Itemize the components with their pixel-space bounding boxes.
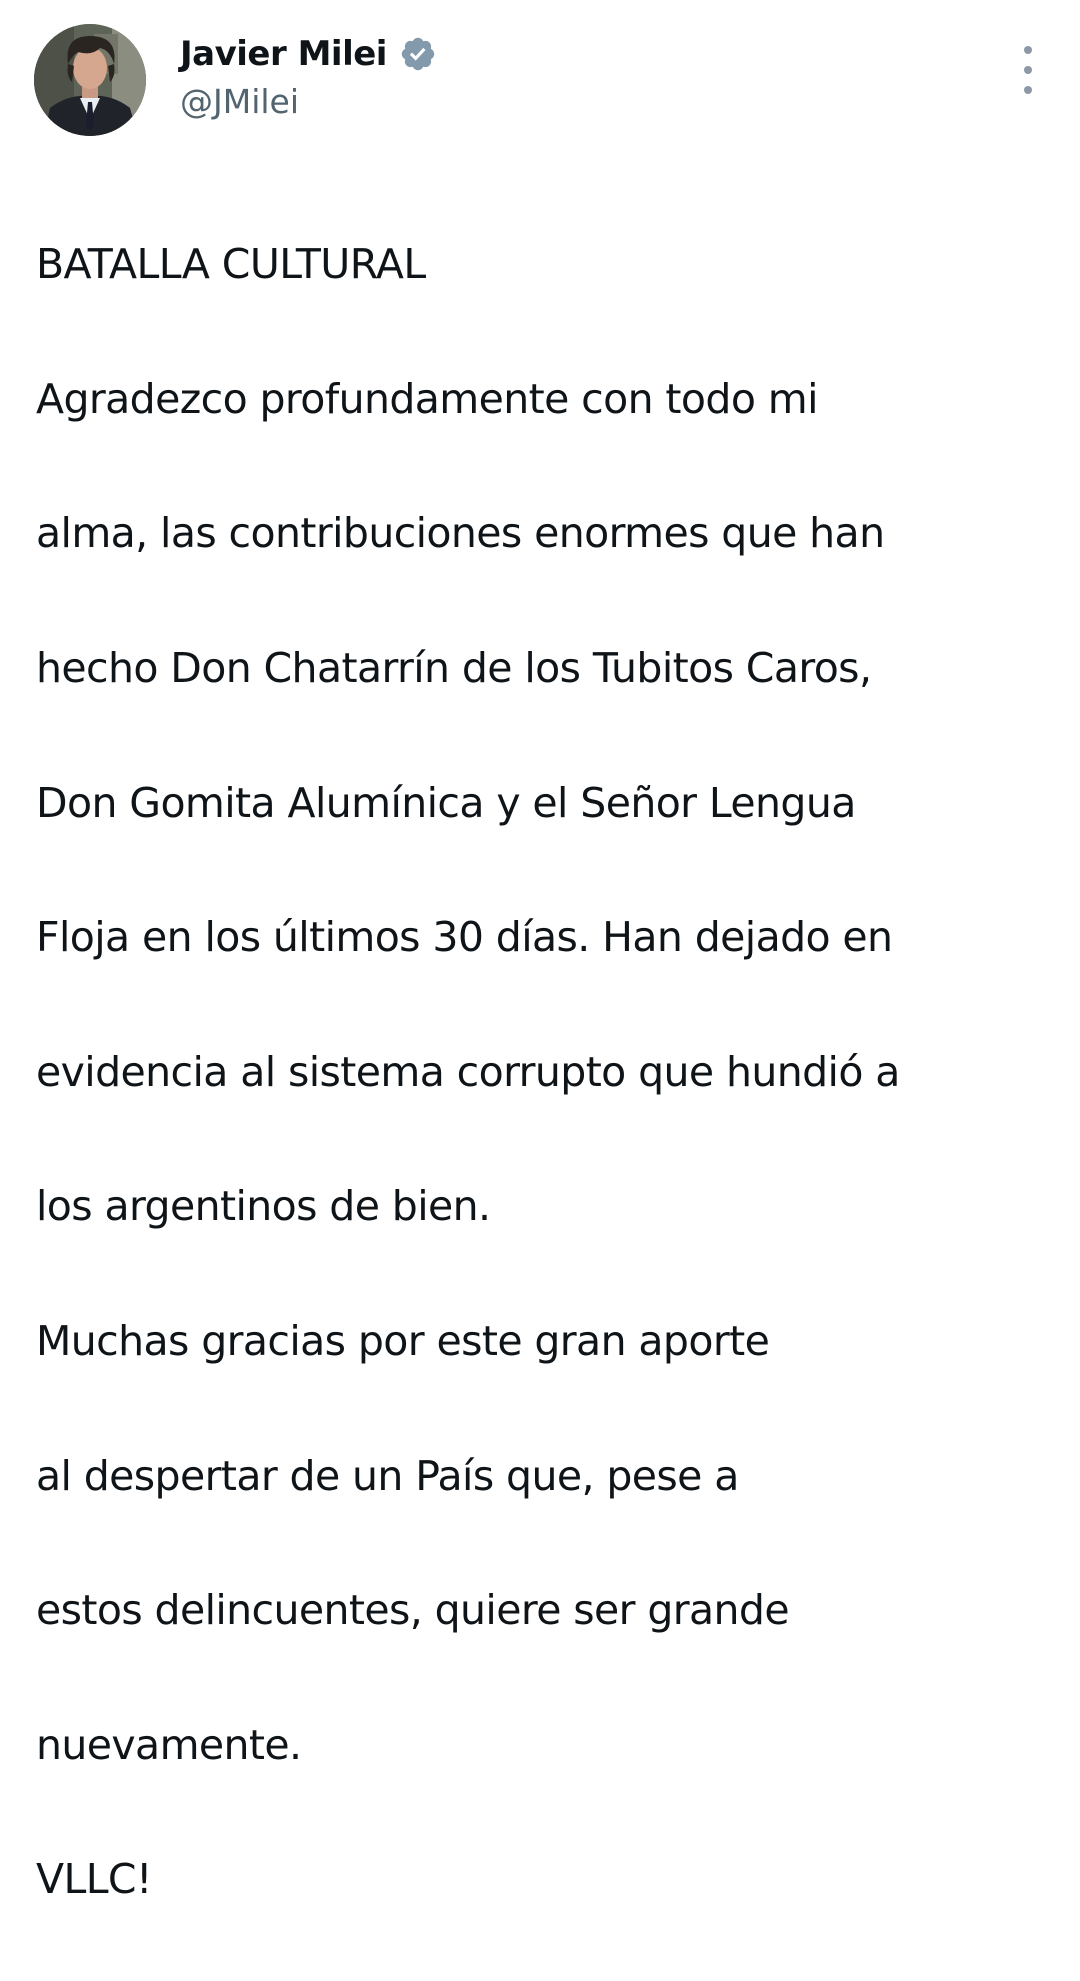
vertical-ellipsis-icon[interactable] xyxy=(1016,46,1040,94)
tweet-text-line: Floja en los últimos 30 días. Han dejado… xyxy=(36,913,893,962)
avatar[interactable] xyxy=(34,24,146,136)
author-names: Javier Milei @JMilei xyxy=(180,32,437,121)
tweet: Javier Milei @JMilei BATALLA CULTURAL Ag… xyxy=(0,0,1080,1903)
tweet-text-line: Don Gomita Alumínica y el Señor Lengua xyxy=(36,778,856,827)
tweet-text: BATALLA CULTURAL Agradezco profundamente… xyxy=(36,164,1076,1981)
tweet-text-line: Agradezco profundamente con todo mi xyxy=(36,374,818,423)
ellipsis-dot xyxy=(1024,66,1032,74)
profile-photo xyxy=(34,24,146,136)
ellipsis-dot xyxy=(1024,46,1032,54)
display-name-row: Javier Milei xyxy=(180,32,437,76)
tweet-text-line: Muchas gracias por este gran aporte xyxy=(36,1317,770,1366)
display-name[interactable]: Javier Milei xyxy=(180,34,387,74)
tweet-text-line: estos delincuentes, quiere ser grande xyxy=(36,1586,790,1635)
tweet-text-line: al despertar de un País que, pese a xyxy=(36,1451,739,1500)
tweet-text-line: los argentinos de bien. xyxy=(36,1182,491,1231)
tweet-text-line: VLLC! xyxy=(36,1855,152,1904)
verified-badge-icon[interactable] xyxy=(399,35,437,73)
tweet-text-line: hecho Don Chatarrín de los Tubitos Caros… xyxy=(36,644,872,693)
handle[interactable]: @JMilei xyxy=(180,82,437,121)
tweet-text-line: nuevamente. xyxy=(36,1720,302,1769)
ellipsis-dot xyxy=(1024,86,1032,94)
tweet-text-line: evidencia al sistema corrupto que hundió… xyxy=(36,1047,900,1096)
tweet-text-line: BATALLA CULTURAL xyxy=(36,240,426,289)
tweet-header: Javier Milei @JMilei xyxy=(34,24,1046,136)
tweet-text-line: alma, las contribuciones enormes que han xyxy=(36,509,885,558)
